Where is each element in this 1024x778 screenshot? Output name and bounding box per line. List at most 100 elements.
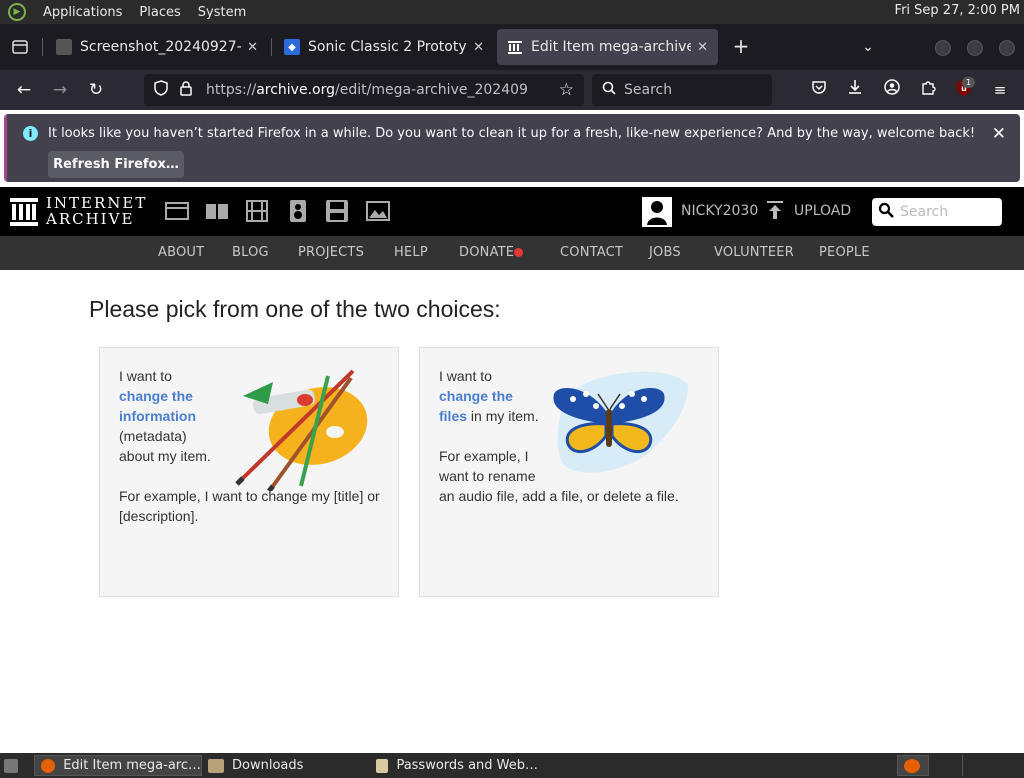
tab-close-icon[interactable]: ✕: [473, 40, 484, 55]
change-information-link[interactable]: change the information: [119, 388, 196, 424]
tab-title: Screenshot_20240927-1913: [80, 39, 241, 55]
minimize-window-button[interactable]: [935, 40, 951, 56]
images-picture-icon[interactable]: [366, 200, 390, 222]
desktop-icon: [4, 758, 18, 773]
nav-help[interactable]: HELP: [394, 245, 428, 260]
menu-system[interactable]: System: [198, 5, 246, 20]
tab-edit-item[interactable]: Edit Item mega-archive_202 ✕: [497, 29, 718, 65]
texts-book-icon[interactable]: [205, 200, 229, 222]
audio-speaker-icon[interactable]: [286, 200, 310, 222]
lock-icon[interactable]: [180, 81, 194, 99]
gnome-foot-icon[interactable]: ▶: [8, 3, 26, 21]
workspace-switcher[interactable]: [897, 755, 929, 776]
donate-heart-icon: [514, 248, 523, 257]
firefox-icon: [904, 758, 920, 773]
video-film-icon[interactable]: [245, 200, 269, 222]
folder-icon: [208, 758, 224, 773]
web-icon[interactable]: [165, 200, 189, 222]
tab-title: Edit Item mega-archive_202: [531, 39, 692, 55]
forward-button[interactable]: →: [48, 78, 72, 102]
task-firefox[interactable]: Edit Item mega-arc…: [34, 755, 202, 776]
tab-separator: [271, 38, 272, 56]
logo-line-2: ARCHIVE: [46, 210, 135, 228]
firefox-icon: [41, 758, 56, 773]
user-avatar[interactable]: [642, 197, 672, 227]
url-bar[interactable]: https://archive.org/edit/mega-archive_20…: [144, 74, 584, 106]
url-text[interactable]: https://archive.org/edit/mega-archive_20…: [206, 82, 528, 98]
info-icon: i: [23, 126, 38, 141]
tab-close-icon[interactable]: ✕: [247, 40, 258, 55]
bottom-taskbar: Edit Item mega-arc… Downloads Passwords …: [0, 753, 1024, 778]
notepad-icon: [376, 758, 389, 773]
tab-screenshot[interactable]: Screenshot_20240927-1913 ✕: [46, 29, 268, 65]
choice-change-files[interactable]: I want to change the files in my item. F…: [419, 347, 719, 597]
dropbox-icon: ◆: [284, 39, 300, 55]
new-tab-button[interactable]: +: [728, 34, 754, 60]
software-floppy-icon[interactable]: [325, 200, 349, 222]
reload-button[interactable]: ↻: [84, 78, 108, 102]
tracking-protection-shield-icon[interactable]: [154, 80, 170, 100]
nav-volunteer[interactable]: VOLUNTEER: [714, 245, 794, 260]
task-label: Edit Item mega-arc…: [63, 758, 201, 773]
bookmark-star-icon[interactable]: ☆: [559, 80, 574, 100]
search-placeholder: Search: [900, 204, 949, 220]
image-file-icon: [56, 39, 72, 55]
close-window-button[interactable]: [999, 40, 1015, 56]
list-all-tabs-button[interactable]: ⌄: [856, 34, 880, 60]
page-title: Please pick from one of the two choices:: [89, 296, 501, 322]
task-downloads[interactable]: Downloads: [202, 755, 368, 776]
navigation-toolbar: ← → ↻ https://archive.org/edit/mega-arch…: [0, 70, 1024, 110]
nav-contact[interactable]: CONTACT: [560, 245, 623, 260]
search-icon: [878, 202, 894, 222]
show-desktop-button[interactable]: [2, 755, 26, 776]
tab-close-icon[interactable]: ✕: [697, 40, 708, 55]
nav-about[interactable]: ABOUT: [158, 245, 204, 260]
back-button[interactable]: ←: [12, 78, 36, 102]
refresh-firefox-button[interactable]: Refresh Firefox…: [48, 151, 184, 178]
extensions-puzzle-icon[interactable]: [917, 79, 939, 101]
firefox-view-icon: [12, 40, 28, 54]
menu-places[interactable]: Places: [139, 5, 180, 20]
menu-hamburger-icon[interactable]: ≡: [989, 79, 1011, 101]
upload-icon[interactable]: [766, 200, 784, 225]
top-panel: ▶ Applications Places System Fri Sep 27,…: [0, 0, 1024, 24]
change-files-link[interactable]: files: [439, 408, 467, 424]
ia-logo[interactable]: INTERNET ARCHIVE: [10, 195, 147, 227]
butterfly-icon: [553, 371, 688, 473]
tab-strip: Screenshot_20240927-1913 ✕ ◆ Sonic Class…: [0, 24, 1024, 70]
nav-people[interactable]: PEOPLE: [819, 245, 870, 260]
workspace-2[interactable]: [962, 755, 1020, 776]
menu-applications[interactable]: Applications: [43, 5, 122, 20]
nav-jobs[interactable]: JOBS: [649, 245, 681, 260]
username[interactable]: NICKY2030: [681, 203, 758, 219]
tab-title: Sonic Classic 2 Prototypes a: [308, 39, 467, 55]
archive-temple-icon: [507, 39, 523, 55]
choice-example-text: an audio file, add a file, or delete a f…: [439, 488, 679, 504]
choice-example-text: [description].: [119, 508, 199, 524]
task-passwords[interactable]: Passwords and Web…: [370, 755, 538, 776]
paint-palette-icon: [235, 369, 368, 491]
extension-badge: 1: [962, 77, 975, 88]
firefox-view-button[interactable]: [0, 24, 40, 70]
account-icon[interactable]: [881, 79, 903, 101]
search-icon: [602, 81, 616, 99]
task-label: Downloads: [232, 758, 304, 773]
nav-donate[interactable]: DONATE: [459, 245, 514, 260]
nav-projects[interactable]: PROJECTS: [298, 245, 364, 260]
pocket-icon[interactable]: [808, 79, 830, 101]
tab-sonic[interactable]: ◆ Sonic Classic 2 Prototypes a ✕: [274, 29, 494, 65]
clock[interactable]: Fri Sep 27, 2:00 PM: [895, 3, 1020, 18]
upload-link[interactable]: UPLOAD: [794, 203, 851, 219]
choice-change-metadata[interactable]: I want to change the information (metadat…: [99, 347, 399, 597]
search-bar[interactable]: Search: [592, 74, 772, 106]
nav-blog[interactable]: BLOG: [232, 245, 269, 260]
ia-search-input[interactable]: Search: [872, 198, 1002, 226]
close-notification-icon[interactable]: ✕: [992, 124, 1006, 144]
tab-separator: [42, 38, 43, 56]
ia-header: INTERNET ARCHIVE NICKY2030 UPLOAD Search: [0, 187, 1024, 236]
notification-message: It looks like you haven’t started Firefo…: [48, 126, 976, 141]
maximize-window-button[interactable]: [967, 40, 983, 56]
search-placeholder: Search: [624, 82, 673, 98]
downloads-icon[interactable]: [844, 79, 866, 101]
archive-temple-icon: [10, 196, 38, 226]
